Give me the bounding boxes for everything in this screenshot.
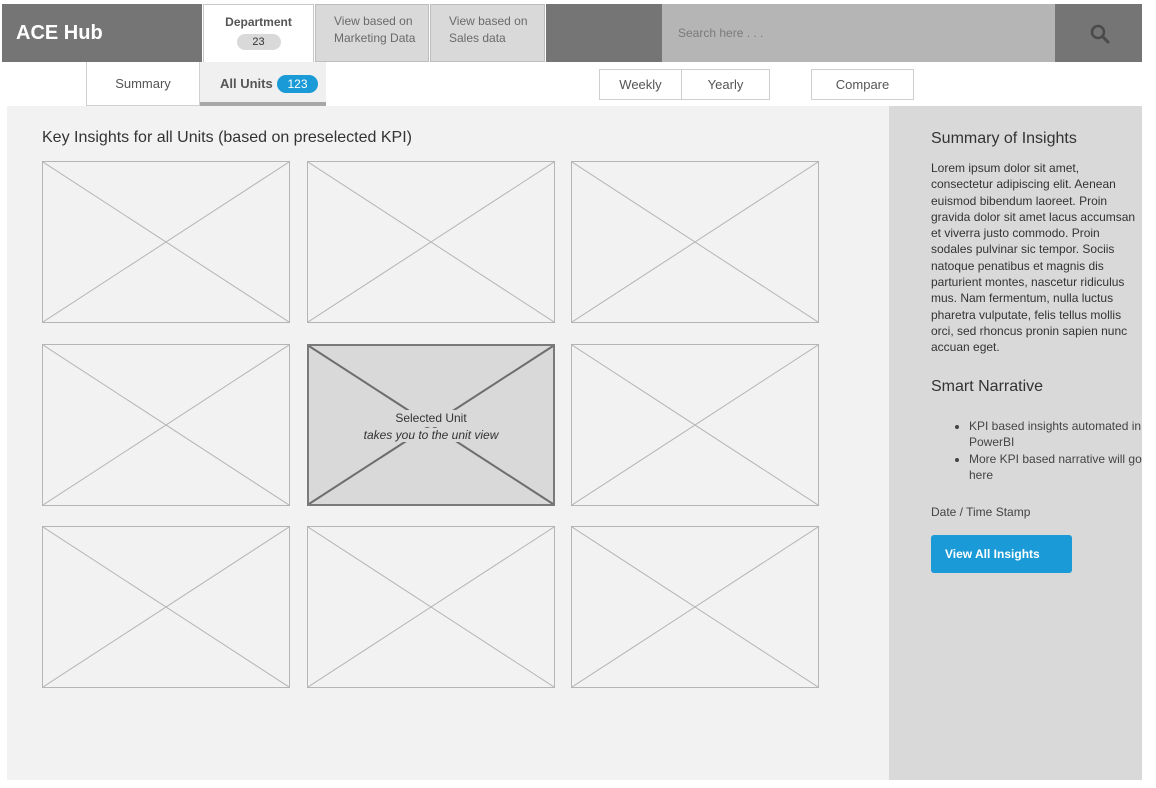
- image-placeholder-icon: [43, 162, 289, 322]
- tab-marketing-label-line1: View based on: [334, 14, 413, 28]
- narrative-list: KPI based insights automated in PowerBI …: [931, 418, 1156, 483]
- selected-unit-title: Selected Unit: [392, 410, 470, 427]
- app-logo[interactable]: ACE Hub: [2, 4, 202, 62]
- weekly-button[interactable]: Weekly: [599, 69, 682, 100]
- unit-tile[interactable]: [307, 526, 555, 688]
- subtab-all-units-label: All Units: [220, 76, 273, 91]
- tab-sales-label-line2: Sales data: [449, 31, 506, 45]
- search-input[interactable]: [662, 4, 1055, 62]
- image-placeholder-icon: [43, 527, 289, 687]
- selected-unit-subtitle-wrap: takes you to the unit view: [309, 427, 553, 444]
- unit-tile[interactable]: [571, 161, 819, 323]
- selected-unit-subtitle: takes you to the unit view: [360, 428, 502, 442]
- image-placeholder-icon: [572, 345, 818, 505]
- unit-tile[interactable]: [42, 161, 290, 323]
- unit-tile[interactable]: [571, 344, 819, 506]
- search-icon: [1090, 24, 1110, 44]
- tab-marketing-data[interactable]: View based on Marketing Data: [315, 4, 429, 62]
- insights-grid-area: Key Insights for all Units (based on pre…: [7, 106, 889, 780]
- top-bar: ACE Hub Department 23 View based on Mark…: [2, 4, 1142, 62]
- summary-body-text: Lorem ipsum dolor sit amet, consectetur …: [931, 161, 1136, 355]
- unit-tile[interactable]: [307, 161, 555, 323]
- image-placeholder-icon: [43, 345, 289, 505]
- department-count-badge: 23: [236, 34, 281, 50]
- tab-department[interactable]: Department 23: [203, 4, 314, 62]
- tab-marketing-label-line2: Marketing Data: [334, 31, 416, 45]
- unit-tile[interactable]: [42, 344, 290, 506]
- view-all-insights-button[interactable]: View All Insights: [931, 535, 1072, 573]
- image-placeholder-icon: [308, 162, 554, 322]
- image-placeholder-icon: [308, 527, 554, 687]
- tab-sales-data[interactable]: View based on Sales data: [430, 4, 545, 62]
- selected-unit-tile[interactable]: Selected Unit takes you to the unit view: [307, 344, 555, 506]
- tab-sales-label-line1: View based on: [449, 14, 528, 28]
- subtab-summary[interactable]: Summary: [86, 62, 200, 106]
- page-title: Key Insights for all Units (based on pre…: [42, 129, 412, 146]
- selected-unit-caption: Selected Unit takes you to the unit view: [309, 410, 553, 444]
- summary-of-insights-heading: Summary of Insights: [931, 130, 1077, 147]
- unit-tile[interactable]: [42, 526, 290, 688]
- yearly-button[interactable]: Yearly: [681, 69, 770, 100]
- search-button[interactable]: [1055, 4, 1142, 62]
- narrative-item: More KPI based narrative will go here: [969, 451, 1156, 484]
- unit-tile[interactable]: [571, 526, 819, 688]
- tab-department-label: Department: [225, 15, 292, 29]
- image-placeholder-icon: [572, 527, 818, 687]
- compare-button[interactable]: Compare: [811, 69, 914, 100]
- image-placeholder-icon: [572, 162, 818, 322]
- header-spacer: [546, 4, 662, 62]
- narrative-item: KPI based insights automated in PowerBI: [969, 418, 1156, 451]
- insights-summary-panel: Summary of Insights Lorem ipsum dolor si…: [889, 106, 1142, 780]
- timestamp-label: Date / Time Stamp: [931, 505, 1031, 519]
- subtab-all-units[interactable]: All Units 123: [200, 62, 326, 106]
- all-units-count-badge: 123: [277, 75, 318, 93]
- smart-narrative-heading: Smart Narrative: [931, 378, 1044, 395]
